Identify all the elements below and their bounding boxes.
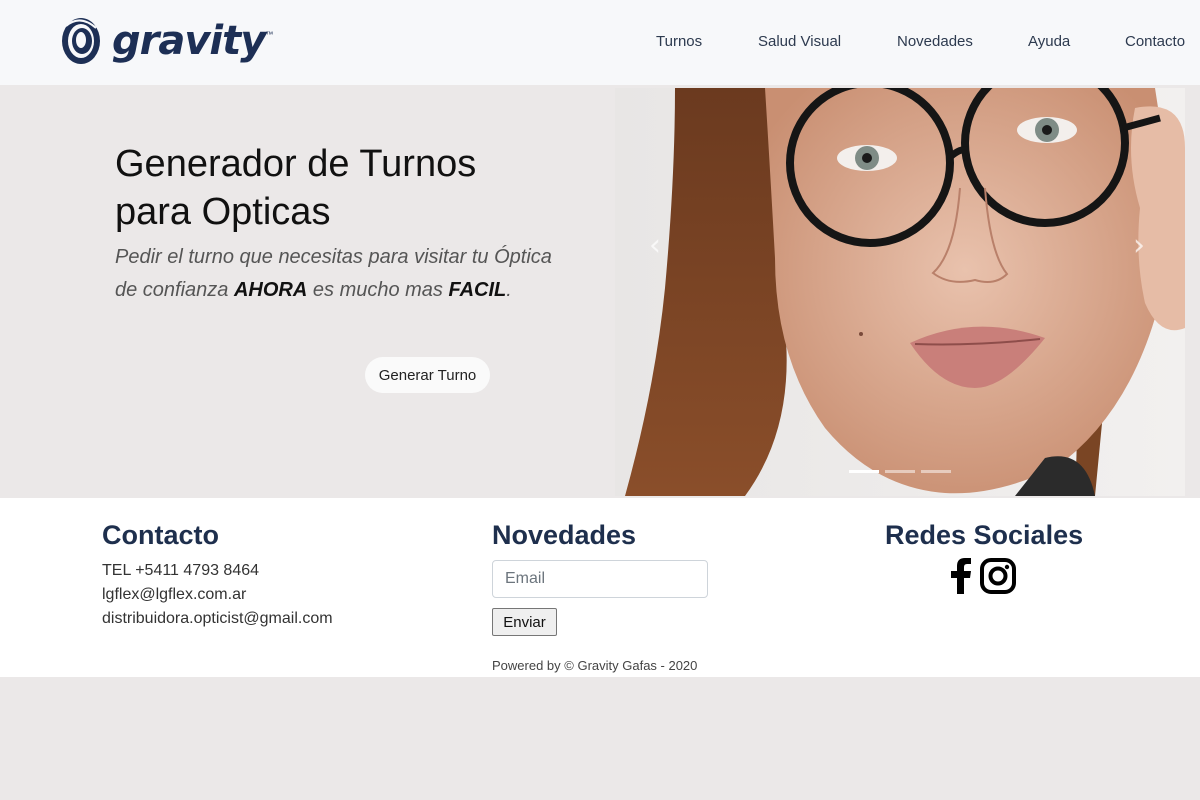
social-icons bbox=[950, 558, 1016, 594]
footer: Contacto TEL +5411 4793 8464 lgflex@lgfl… bbox=[0, 498, 1200, 677]
hero-subtitle: Pedir el turno que necesitas para visita… bbox=[115, 241, 555, 307]
contact-heading: Contacto bbox=[102, 520, 219, 550]
powered-by-text: Powered by © Gravity Gafas - 2020 bbox=[492, 658, 698, 673]
carousel-indicator-1[interactable] bbox=[849, 470, 879, 473]
carousel-indicator-2[interactable] bbox=[885, 470, 915, 473]
carousel-prev-icon[interactable]: ‹ bbox=[649, 228, 661, 263]
hero-subtitle-text-2: es mucho mas bbox=[307, 279, 449, 301]
instagram-icon[interactable] bbox=[980, 558, 1016, 594]
nav-link-ayuda[interactable]: Ayuda bbox=[1028, 33, 1070, 50]
hero-subtitle-period: . bbox=[506, 279, 512, 301]
contact-email-opticist[interactable]: distribuidora.opticist@gmail.com bbox=[102, 610, 333, 628]
hero-section: Generador de Turnos para Opticas Pedir e… bbox=[0, 85, 1200, 498]
carousel-slide-image bbox=[615, 88, 1185, 496]
carousel-indicators bbox=[849, 470, 951, 473]
nav-link-contacto[interactable]: Contacto bbox=[1125, 33, 1185, 50]
facebook-icon[interactable] bbox=[950, 558, 972, 594]
nav-link-turnos[interactable]: Turnos bbox=[656, 33, 702, 50]
social-heading: Redes Sociales bbox=[885, 520, 1084, 550]
nav-link-novedades[interactable]: Novedades bbox=[897, 33, 973, 50]
nav-link-salud-visual[interactable]: Salud Visual bbox=[758, 33, 841, 50]
generar-turno-button[interactable]: Generar Turno bbox=[365, 357, 490, 393]
hero-subtitle-emphasis-facil: FACIL bbox=[448, 279, 507, 301]
newsletter-email-input[interactable] bbox=[492, 560, 708, 598]
contact-phone: TEL +5411 4793 8464 bbox=[102, 562, 260, 579]
hero-subtitle-emphasis-ahora: AHORA bbox=[233, 279, 308, 301]
contact-email-lgflex[interactable]: lgflex@lgflex.com.ar bbox=[102, 586, 246, 604]
news-heading: Novedades bbox=[492, 520, 637, 550]
hero-title: Generador de Turnos para Opticas bbox=[115, 143, 477, 233]
navbar: gravity ™ Turnos Salud Visual Novedades … bbox=[0, 0, 1200, 85]
carousel-indicator-3[interactable] bbox=[921, 470, 951, 473]
main-nav: Turnos Salud Visual Novedades Ayuda Cont… bbox=[0, 0, 1200, 85]
send-button[interactable]: Enviar bbox=[492, 608, 557, 636]
hero-carousel: ‹ › bbox=[615, 88, 1185, 496]
carousel-next-icon[interactable]: › bbox=[1133, 228, 1145, 263]
